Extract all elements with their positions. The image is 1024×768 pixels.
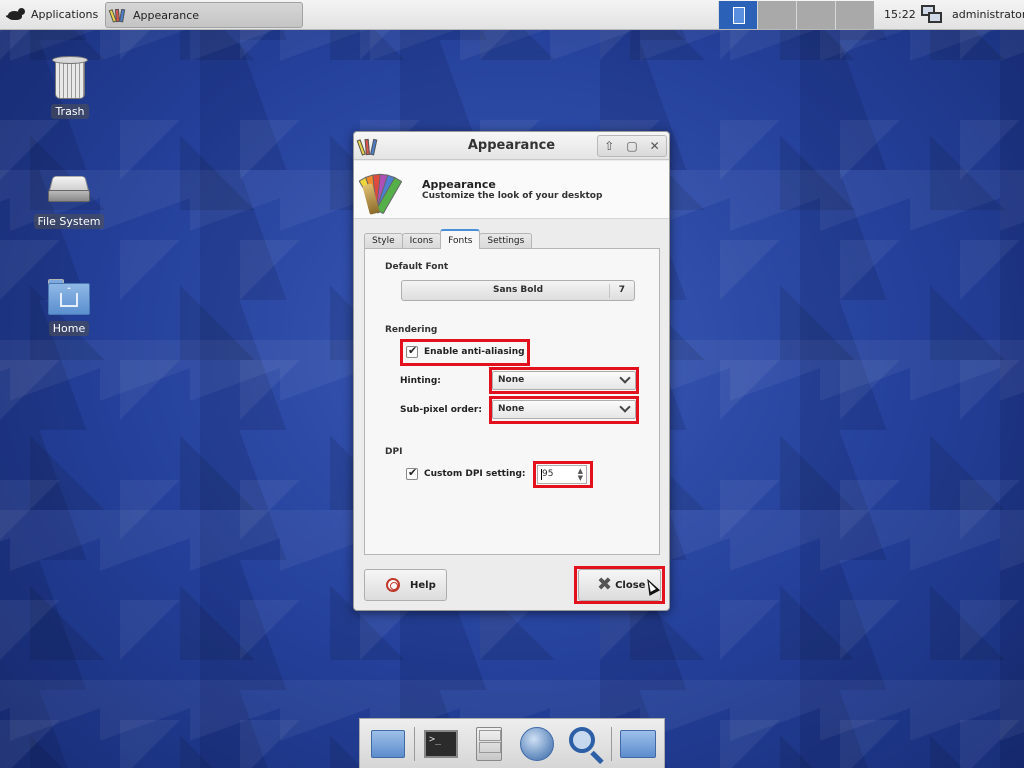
chevron-down-icon [619, 401, 631, 413]
subpixel-value: None [498, 404, 525, 414]
default-font-heading: Default Font [385, 262, 449, 272]
font-name: Sans Bold [492, 285, 544, 295]
dock-separator [414, 726, 415, 761]
dock-search[interactable] [563, 722, 607, 766]
applications-menu-label: Applications [31, 8, 99, 21]
antialias-checkbox[interactable] [406, 344, 418, 358]
appearance-icon [108, 7, 127, 23]
workspace-2[interactable] [757, 1, 796, 29]
help-icon [386, 578, 400, 592]
subpixel-label: Sub-pixel order: [400, 405, 482, 415]
xfce-mouse-icon [5, 6, 26, 24]
fonts-page: Default Font Sans Bold 7 Rendering Enabl… [364, 248, 660, 555]
dpi-value: 95 [542, 469, 554, 479]
folder-icon [620, 729, 656, 758]
desktop-icon-file-system[interactable]: File System [29, 168, 109, 229]
appearance-dialog: Appearance ⇧ ▢ ✕ Appearance Customize th… [353, 131, 670, 611]
desktop-icon-label: Trash [51, 104, 89, 119]
dialog-titlebar[interactable]: Appearance ⇧ ▢ ✕ [354, 132, 669, 160]
bottom-dock: >_ [359, 718, 665, 768]
minimize-button[interactable]: ⇧ [598, 136, 621, 156]
help-button[interactable]: Help [364, 569, 447, 601]
hinting-value: None [498, 375, 525, 385]
tab-fonts[interactable]: Fonts [440, 229, 481, 249]
tab-bar: Style Icons Fonts Settings [364, 229, 533, 249]
desktop-icon [371, 729, 405, 758]
font-button-separator [609, 284, 610, 298]
home-folder-icon [48, 279, 90, 315]
clock[interactable]: 15:22 [884, 8, 916, 21]
custom-dpi-checkbox[interactable] [406, 466, 418, 480]
dpi-spinbox[interactable]: 95 ▲ ▼ [537, 465, 587, 484]
taskbar-button-label: Appearance [133, 8, 200, 22]
dpi-heading: DPI [385, 447, 403, 457]
maximize-button[interactable]: ▢ [621, 136, 644, 156]
subpixel-dropdown[interactable]: None [492, 400, 636, 419]
workspace-4[interactable] [835, 1, 874, 29]
tab-icons[interactable]: Icons [401, 233, 442, 249]
dock-web-browser[interactable] [515, 722, 559, 766]
window-controls: ⇧ ▢ ✕ [597, 135, 667, 157]
drive-icon [48, 174, 90, 204]
dock-desktop[interactable] [366, 722, 410, 766]
search-icon [569, 726, 595, 753]
dock-file-manager[interactable] [467, 722, 511, 766]
file-cabinet-icon [476, 726, 502, 761]
close-icon: ✖ [597, 574, 613, 595]
network-icon[interactable] [920, 3, 944, 27]
hinting-label: Hinting: [400, 376, 441, 386]
desktop-icon-trash[interactable]: Trash [30, 56, 110, 119]
desktop-icon-home[interactable]: Home [29, 277, 109, 336]
antialias-label: Enable anti-aliasing [424, 347, 525, 357]
trash-icon [52, 56, 88, 100]
spin-down-icon[interactable]: ▼ [578, 474, 583, 482]
help-button-label: Help [410, 579, 436, 591]
dock-folder[interactable] [616, 722, 660, 766]
default-font-button[interactable]: Sans Bold 7 [401, 280, 635, 301]
workspace-1[interactable] [718, 1, 757, 29]
dock-separator [611, 726, 612, 761]
user-menu[interactable]: administrator [952, 8, 1024, 21]
desktop-icon-label: File System [33, 214, 105, 229]
workspace-switcher [718, 1, 874, 29]
rendering-heading: Rendering [385, 325, 438, 335]
dock-terminal[interactable]: >_ [419, 722, 463, 766]
tab-style[interactable]: Style [364, 233, 403, 249]
header-title: Appearance [422, 178, 496, 191]
chevron-down-icon [619, 372, 631, 384]
header-subtitle: Customize the look of your desktop [422, 191, 603, 201]
hinting-dropdown[interactable]: None [492, 371, 636, 390]
workspace-3[interactable] [796, 1, 835, 29]
dialog-header: Appearance Customize the look of your de… [354, 161, 669, 219]
desktop-icon-label: Home [48, 321, 90, 336]
palette-icon [358, 166, 410, 215]
applications-menu-button[interactable]: Applications [0, 0, 106, 30]
web-browser-icon [520, 726, 554, 761]
custom-dpi-label: Custom DPI setting: [424, 469, 526, 479]
terminal-icon: >_ [424, 729, 458, 758]
top-panel: Applications Appearance 15:22 administra… [0, 0, 1024, 30]
tab-settings[interactable]: Settings [479, 233, 533, 249]
taskbar-button-appearance[interactable]: Appearance [105, 2, 303, 28]
close-window-button[interactable]: ✕ [643, 136, 666, 156]
font-size: 7 [618, 285, 625, 295]
